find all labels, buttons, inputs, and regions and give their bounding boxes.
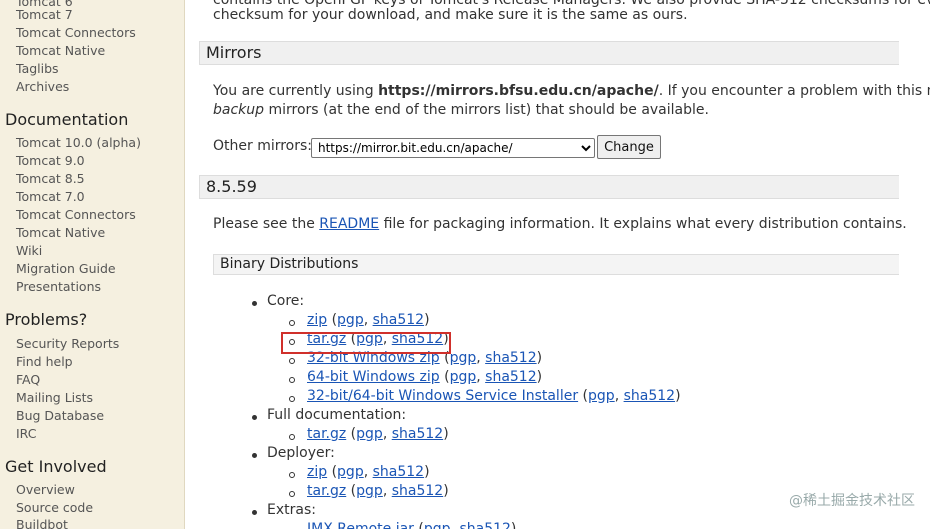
- doc-link-tomcat-connectors[interactable]: Tomcat Connectors: [16, 207, 136, 222]
- bullet-extras: [252, 510, 257, 515]
- bullet-full-doc: [252, 415, 257, 420]
- version-title: 8.5.59: [206, 177, 257, 196]
- doc-link-tomcat-10[interactable]: Tomcat 10.0 (alpha): [16, 135, 141, 150]
- doc-link-presentations[interactable]: Presentations: [16, 279, 101, 294]
- version-section-header: 8.5.59: [199, 175, 899, 199]
- sidebar-link-tomcat-connectors[interactable]: Tomcat Connectors: [16, 25, 136, 40]
- sidebar-link-taglibs[interactable]: Taglibs: [16, 61, 59, 76]
- core-win64-item: 64-bit Windows zip (pgp, sha512): [307, 369, 543, 385]
- bullet-deployer-targz: [289, 491, 295, 497]
- documentation-heading: Documentation: [5, 110, 129, 129]
- mirror-current-prefix: You are currently using: [213, 83, 379, 99]
- bullet-core-win64: [289, 377, 295, 383]
- full-doc-targz-item: tar.gz (pgp, sha512): [307, 426, 449, 442]
- readme-prefix: Please see the: [213, 216, 320, 232]
- core-win64-pgp-link[interactable]: pgp: [450, 369, 477, 385]
- doc-link-migration-guide[interactable]: Migration Guide: [16, 261, 116, 276]
- sidebar-link-tomcat-native[interactable]: Tomcat Native: [16, 43, 105, 58]
- highlight-annotation-box: [281, 332, 451, 354]
- extras-label: Extras:: [267, 502, 316, 518]
- deployer-zip-item: zip (pgp, sha512): [307, 464, 430, 480]
- core-win32-pgp-link[interactable]: pgp: [450, 350, 477, 366]
- extras-jmx-pgp-link[interactable]: pgp: [424, 521, 451, 529]
- intro-line-2: checksum for your download, and make sur…: [213, 7, 688, 23]
- full-doc-pgp-link[interactable]: pgp: [356, 426, 383, 442]
- full-doc-targz-link[interactable]: tar.gz: [307, 426, 346, 442]
- mirror-select[interactable]: https://mirror.bit.edu.cn/apache/: [311, 138, 595, 158]
- sidebar-link-archives[interactable]: Archives: [16, 79, 69, 94]
- change-button[interactable]: Change: [597, 135, 661, 159]
- full-doc-label: Full documentation:: [267, 407, 407, 423]
- mirror-backup-rest: mirrors (at the end of the mirrors list)…: [264, 102, 709, 118]
- core-zip-pgp-link[interactable]: pgp: [337, 312, 364, 328]
- core-installer-pgp-link[interactable]: pgp: [588, 388, 615, 404]
- mirror-current-line: You are currently using https://mirrors.…: [213, 83, 930, 99]
- bullet-full-doc-targz: [289, 434, 295, 440]
- deployer-label: Deployer:: [267, 445, 335, 461]
- problems-link-find-help[interactable]: Find help: [16, 354, 73, 369]
- doc-link-tomcat-7[interactable]: Tomcat 7.0: [16, 189, 85, 204]
- sidebar-link-tomcat-7[interactable]: Tomcat 7: [16, 7, 73, 22]
- full-doc-sha512-link[interactable]: sha512: [392, 426, 443, 442]
- mirror-backup-italic: backup: [213, 102, 265, 118]
- core-win32-sha512-link[interactable]: sha512: [485, 350, 536, 366]
- doc-link-tomcat-9[interactable]: Tomcat 9.0: [16, 153, 85, 168]
- problems-heading: Problems?: [5, 310, 88, 329]
- main-content: contains the OpenPGP keys of Tomcat's Re…: [199, 0, 930, 529]
- bullet-core-zip: [289, 320, 295, 326]
- core-zip-link[interactable]: zip: [307, 312, 327, 328]
- involved-link-source-code[interactable]: Source code: [16, 500, 93, 515]
- mirrors-title: Mirrors: [206, 43, 262, 62]
- binary-distributions-header: Binary Distributions: [213, 254, 899, 275]
- binary-distributions-title: Binary Distributions: [220, 256, 359, 272]
- core-installer-sha512-link[interactable]: sha512: [624, 388, 675, 404]
- deployer-targz-pgp-link[interactable]: pgp: [356, 483, 383, 499]
- extras-jmx-link[interactable]: JMX Remote jar: [307, 521, 414, 529]
- problems-link-bug-database[interactable]: Bug Database: [16, 408, 104, 423]
- mirror-current-url: https://mirrors.bfsu.edu.cn/apache/: [378, 83, 659, 99]
- core-win64-sha512-link[interactable]: sha512: [485, 369, 536, 385]
- core-zip-item: zip (pgp, sha512): [307, 312, 430, 328]
- core-win64-link[interactable]: 64-bit Windows zip: [307, 369, 440, 385]
- readme-line: Please see the README file for packaging…: [213, 216, 907, 232]
- bullet-deployer: [252, 453, 257, 458]
- deployer-zip-pgp-link[interactable]: pgp: [337, 464, 364, 480]
- doc-link-tomcat-8-5[interactable]: Tomcat 8.5: [16, 171, 85, 186]
- other-mirrors-label: Other mirrors:: [213, 138, 313, 154]
- doc-link-tomcat-native[interactable]: Tomcat Native: [16, 225, 105, 240]
- bullet-core-win32: [289, 358, 295, 364]
- sidebar: Tomcat 6 Tomcat 7 Tomcat Connectors Tomc…: [0, 0, 185, 529]
- deployer-zip-sha512-link[interactable]: sha512: [373, 464, 424, 480]
- bullet-core: [252, 301, 257, 306]
- involved-link-buildbot[interactable]: Buildbot: [16, 517, 68, 529]
- problems-link-security-reports[interactable]: Security Reports: [16, 336, 119, 351]
- deployer-targz-item: tar.gz (pgp, sha512): [307, 483, 449, 499]
- extras-jmx-sha512-link[interactable]: sha512: [459, 521, 510, 529]
- problems-link-mailing-lists[interactable]: Mailing Lists: [16, 390, 93, 405]
- core-installer-link[interactable]: 32-bit/64-bit Windows Service Installer: [307, 388, 578, 404]
- problems-link-irc[interactable]: IRC: [16, 426, 36, 441]
- core-zip-sha512-link[interactable]: sha512: [373, 312, 424, 328]
- readme-link[interactable]: README: [319, 216, 379, 232]
- deployer-targz-sha512-link[interactable]: sha512: [392, 483, 443, 499]
- mirrors-section-header: Mirrors: [199, 41, 899, 65]
- involved-link-overview[interactable]: Overview: [16, 482, 75, 497]
- bullet-core-installer: [289, 396, 295, 402]
- deployer-targz-link[interactable]: tar.gz: [307, 483, 346, 499]
- core-installer-item: 32-bit/64-bit Windows Service Installer …: [307, 388, 681, 404]
- extras-jmx-item: JMX Remote jar (pgp, sha512): [307, 521, 516, 529]
- watermark-text: @稀土掘金技术社区: [789, 493, 915, 509]
- readme-suffix: file for packaging information. It expla…: [379, 216, 907, 232]
- bullet-deployer-zip: [289, 472, 295, 478]
- mirror-backup-line: backup mirrors (at the end of the mirror…: [213, 102, 709, 118]
- deployer-zip-link[interactable]: zip: [307, 464, 327, 480]
- core-label: Core:: [267, 293, 305, 309]
- problems-link-faq[interactable]: FAQ: [16, 372, 40, 387]
- mirror-current-suffix: . If you encounter a problem with this m…: [658, 83, 930, 99]
- get-involved-heading: Get Involved: [5, 457, 107, 476]
- doc-link-wiki[interactable]: Wiki: [16, 243, 42, 258]
